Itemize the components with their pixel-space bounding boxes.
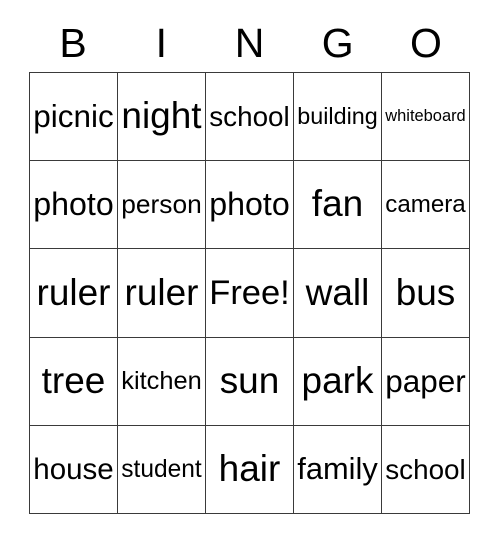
bingo-cell-label: sun [219,359,280,401]
bingo-cell-label: bus [395,271,456,313]
bingo-header-letter-o: O [409,19,442,66]
bingo-cell[interactable]: picnic [30,73,118,162]
bingo-header-letter-b: B [59,19,87,66]
bingo-row: tree kitchen sun park paper [30,337,470,426]
bingo-row: ruler ruler Free! wall bus [30,249,470,338]
bingo-cell-label: photo [209,185,290,222]
bingo-header-letter-i: I [155,19,167,66]
bingo-cell-label: building [297,103,378,130]
bingo-cell[interactable]: paper [382,337,470,426]
bingo-cell-label: tree [41,359,106,401]
bingo-cell[interactable]: building [294,73,382,162]
bingo-cell-label: family [297,451,378,487]
bingo-cell[interactable]: ruler [30,249,118,338]
bingo-cell-label: camera [385,191,466,219]
bingo-cell-label: kitchen [121,366,202,395]
bingo-cell-label: park [301,359,374,401]
bingo-cell[interactable]: photo [206,161,294,250]
bingo-cell[interactable]: fan [294,161,382,250]
bingo-cell-label: ruler [124,271,199,313]
bingo-cell[interactable]: park [294,337,382,426]
bingo-cell[interactable]: camera [382,161,470,250]
bingo-cell-label: whiteboard [385,106,466,125]
bingo-cell[interactable]: student [118,425,206,515]
bingo-cell-label: Free! [209,273,290,312]
bingo-cell[interactable]: kitchen [118,337,206,426]
bingo-cell[interactable]: house [30,425,118,515]
bingo-grid: picnic night school building whiteboard … [29,72,470,515]
bingo-cell-label: school [209,100,290,132]
bingo-cell[interactable]: sun [206,337,294,426]
bingo-cell-label: wall [305,271,370,313]
bingo-cell-label: paper [385,363,466,399]
bingo-header: B I N G O [29,14,470,72]
bingo-cell[interactable]: school [382,425,470,515]
bingo-cell-label: night [121,95,202,137]
bingo-row: photo person photo fan camera [30,161,470,250]
bingo-cell-label: house [33,452,114,486]
bingo-cell[interactable]: school [206,73,294,162]
bingo-row: picnic night school building whiteboard [30,73,470,162]
bingo-cell[interactable]: whiteboard [382,73,470,162]
bingo-cell-label: picnic [33,99,114,135]
bingo-header-letter-n: N [234,19,265,66]
bingo-cell[interactable]: bus [382,249,470,338]
bingo-cell[interactable]: person [118,161,206,250]
bingo-cell[interactable]: photo [30,161,118,250]
bingo-cell[interactable]: night [118,73,206,162]
bingo-cell-label: school [385,453,466,485]
bingo-cell-label: ruler [36,271,111,313]
bingo-cell[interactable]: tree [30,337,118,426]
bingo-row: house student hair family school [30,425,470,515]
bingo-cell-free-space[interactable]: Free! [206,249,294,338]
bingo-cell-label: person [121,188,202,219]
bingo-cell-label: hair [218,448,281,489]
bingo-header-letter-g: G [321,19,354,66]
bingo-cell[interactable]: hair [206,425,294,515]
bingo-card: B I N G O picnic night school building w… [0,0,500,544]
bingo-cell-label: photo [33,185,114,222]
bingo-cell[interactable]: ruler [118,249,206,338]
bingo-cell-label: student [121,455,202,483]
bingo-cell[interactable]: family [294,425,382,515]
bingo-cell[interactable]: wall [294,249,382,338]
bingo-cell-label: fan [311,183,364,225]
